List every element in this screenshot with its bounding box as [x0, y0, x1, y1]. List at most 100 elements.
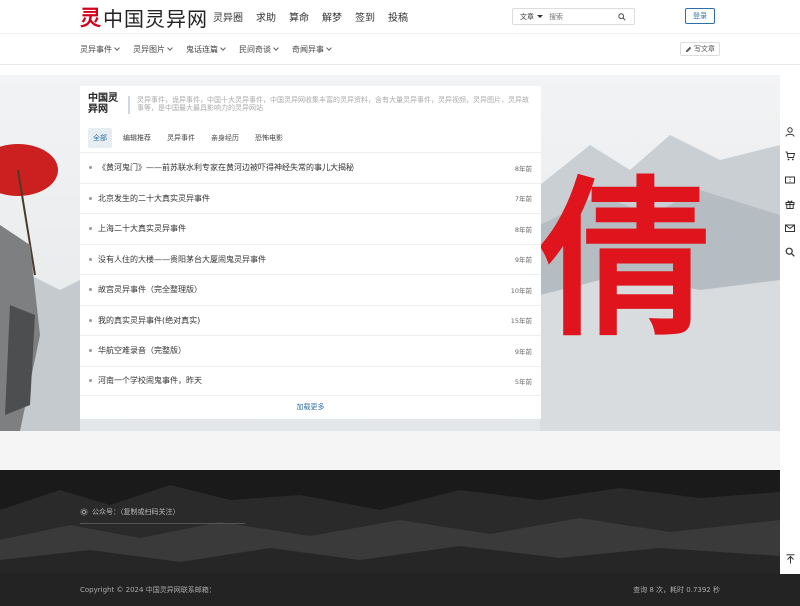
- chevron-down-icon: [273, 45, 279, 51]
- bullet: [89, 227, 92, 231]
- calligraphy-character: 倩: [540, 160, 711, 360]
- bullet: [89, 166, 92, 170]
- wechat-follow[interactable]: 公众号：（复制或扫码关注）: [80, 507, 180, 517]
- mail-icon[interactable]: [780, 216, 800, 240]
- bullet: [89, 318, 92, 322]
- article-time: 5年前: [514, 377, 532, 386]
- nav-link-fortune[interactable]: 算命: [289, 9, 309, 24]
- query-stats: 查询 8 次，耗时 0.7392 秒: [633, 586, 720, 594]
- category-label: 奇闻异事: [292, 45, 324, 54]
- bullet: [89, 349, 92, 353]
- write-article-button[interactable]: 写文章: [680, 42, 720, 56]
- article-title[interactable]: 上海二十大真实灵异事件: [98, 223, 515, 234]
- list-item[interactable]: 没有人住的大楼——贵阳茅台大厦闹鬼灵异事件 9年前: [80, 243, 541, 275]
- card-description: 灵异事件，诡异事件，中国十大灵异事件，中国灵异网收集丰富的灵异资料，含有大量灵异…: [137, 96, 529, 112]
- tab-editor-picks[interactable]: 编辑推荐: [118, 128, 156, 148]
- back-to-top-button[interactable]: [780, 550, 800, 568]
- copyright-text: Copyright © 2024 中国灵异网联系邮箱：: [80, 586, 216, 594]
- bullet: [89, 196, 92, 200]
- nav-link-dream[interactable]: 解梦: [322, 9, 342, 24]
- article-title[interactable]: 华航空难录音（完整版）: [98, 345, 515, 356]
- list-item[interactable]: 故宫灵异事件（完全整理版） 10年前: [80, 274, 541, 305]
- search-icon[interactable]: [780, 240, 800, 264]
- search-input[interactable]: [549, 10, 615, 23]
- article-time: 7年前: [514, 195, 532, 204]
- article-time: 15年前: [510, 317, 532, 326]
- bullet: [89, 288, 92, 292]
- sun-icon: [80, 508, 88, 516]
- pencil-icon: [685, 46, 692, 52]
- caret-down-icon: [537, 15, 543, 18]
- category-item-pictures[interactable]: 灵异图片: [133, 44, 173, 55]
- search-icon: [618, 12, 626, 21]
- tab-all[interactable]: 全部: [88, 128, 112, 148]
- article-tabs: 全部 编辑推荐 灵异事件 亲身经历 恐怖电影: [88, 128, 294, 148]
- article-title[interactable]: 我的真实灵异事件(绝对真实): [98, 315, 511, 326]
- chevron-down-icon: [220, 45, 226, 51]
- article-title[interactable]: 故宫灵异事件（完全整理版）: [98, 284, 511, 295]
- footer-bar: Copyright © 2024 中国灵异网联系邮箱： 查询 8 次，耗时 0.…: [0, 574, 800, 606]
- category-label: 灵异图片: [133, 45, 165, 54]
- search-type-select[interactable]: 文章: [513, 12, 549, 22]
- article-time: 8年前: [514, 225, 532, 234]
- search-type-label: 文章: [520, 12, 534, 21]
- list-item[interactable]: 河南一个学校闹鬼事件，昨天 5年前: [80, 365, 541, 396]
- article-time: 8年前: [514, 164, 532, 173]
- tab-experiences[interactable]: 亲身经历: [206, 128, 244, 148]
- category-label: 鬼话连篇: [186, 45, 218, 54]
- article-list: 《黄河鬼门》——前苏联水利专家在黄河边被吓得神经失常的事儿大揭秘 8年前 北京发生…: [80, 152, 541, 396]
- cart-icon[interactable]: [780, 144, 800, 168]
- nav-link-circle[interactable]: 灵异圈: [213, 9, 243, 24]
- card-divider: [128, 96, 130, 114]
- article-time: 10年前: [510, 286, 532, 295]
- login-button[interactable]: 登录: [685, 8, 715, 24]
- nav-link-help[interactable]: 求助: [256, 9, 276, 24]
- footer-landscape: 公众号：（复制或扫码关注）: [0, 470, 780, 574]
- list-item[interactable]: 北京发生的二十大真实灵异事件 7年前: [80, 182, 541, 214]
- chevron-down-icon: [167, 45, 173, 51]
- tab-horror-movies[interactable]: 恐怖电影: [250, 128, 288, 148]
- footer-spacer: [0, 431, 780, 470]
- category-label: 灵异事件: [80, 45, 112, 54]
- logo-mark: 灵: [80, 5, 101, 30]
- bullet: [89, 257, 92, 261]
- wechat-label: 公众号：（复制或扫码关注）: [92, 508, 180, 516]
- arrow-up-icon: [786, 554, 794, 564]
- footer-divider: [80, 523, 245, 524]
- card-title: 中国灵异网: [88, 93, 118, 115]
- category-nav: 灵异事件 灵异图片 鬼话连篇 民间奇谈 奇闻异事 写文章: [0, 33, 800, 65]
- logo-text: 中国灵异网: [103, 6, 208, 31]
- article-time: 9年前: [514, 256, 532, 265]
- list-item[interactable]: 上海二十大真实灵异事件 8年前: [80, 213, 541, 244]
- gift-icon[interactable]: [780, 192, 800, 216]
- side-toolbar: [780, 120, 800, 264]
- article-title[interactable]: 没有人住的大楼——贵阳茅台大厦闹鬼灵异事件: [98, 254, 515, 265]
- search-box: 文章: [512, 8, 635, 25]
- article-time: 9年前: [514, 347, 532, 356]
- user-icon[interactable]: [780, 120, 800, 144]
- article-title[interactable]: 北京发生的二十大真实灵异事件: [98, 193, 515, 204]
- nav-link-checkin[interactable]: 签到: [355, 9, 375, 24]
- category-item-folk-tales[interactable]: 民间奇谈: [239, 44, 279, 55]
- article-card: 中国灵异网 灵异事件，诡异事件，中国十大灵异事件，中国灵异网收集丰富的灵异资料，…: [80, 86, 541, 419]
- list-item[interactable]: 我的真实灵异事件(绝对真实) 15年前: [80, 304, 541, 336]
- main-nav: 灵异圈 求助 算命 解梦 签到 投稿: [213, 9, 421, 24]
- site-logo[interactable]: 灵 中国灵异网: [80, 4, 208, 31]
- article-title[interactable]: 河南一个学校闹鬼事件，昨天: [98, 375, 515, 386]
- category-item-oddities[interactable]: 奇闻异事: [292, 44, 332, 55]
- category-item-events[interactable]: 灵异事件: [80, 44, 120, 55]
- load-more-link[interactable]: 加载更多: [80, 402, 541, 412]
- bullet: [89, 379, 92, 383]
- category-item-ghost-stories[interactable]: 鬼话连篇: [186, 44, 226, 55]
- list-item[interactable]: 华航空难录音（完整版） 9年前: [80, 335, 541, 366]
- search-button[interactable]: [615, 10, 629, 24]
- tab-events[interactable]: 灵异事件: [162, 128, 200, 148]
- write-article-label: 写文章: [694, 45, 715, 53]
- ticket-icon[interactable]: [780, 168, 800, 192]
- nav-link-submit[interactable]: 投稿: [388, 9, 408, 24]
- list-item[interactable]: 《黄河鬼门》——前苏联水利专家在黄河边被吓得神经失常的事儿大揭秘 8年前: [80, 152, 541, 183]
- category-label: 民间奇谈: [239, 45, 271, 54]
- article-title[interactable]: 《黄河鬼门》——前苏联水利专家在黄河边被吓得神经失常的事儿大揭秘: [98, 162, 515, 173]
- top-header: 灵 中国灵异网 灵异圈 求助 算命 解梦 签到 投稿 文章 登录: [0, 0, 800, 33]
- chevron-down-icon: [326, 45, 332, 51]
